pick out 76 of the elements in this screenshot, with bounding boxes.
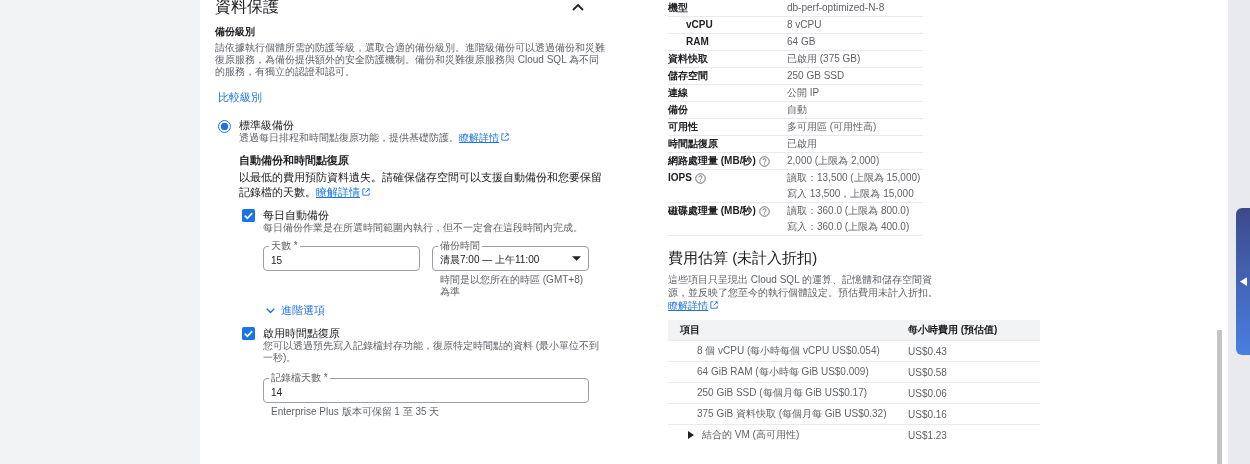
spec-label: 備份 [668, 103, 688, 117]
table-cell-text: 64 GiB RAM (每小時每 GiB US$0.009) [696, 365, 870, 379]
checkbox[interactable] [242, 327, 255, 340]
description-text: 這些項目只呈現出 Cloud SQL 的運算、記憶體和儲存空間資源，並反映了您至今的執行個體設定。預估費用未計入折扣。 瞭解詳情 [668, 273, 938, 312]
checkbox-label: 每日自動備份 [263, 209, 330, 222]
help-icon[interactable] [758, 155, 770, 167]
spec-value: 寫入 13,500，上限為 15,000 [787, 187, 915, 201]
table-cell-text: US$0.43 [908, 345, 948, 357]
spec-label: vCPU [686, 18, 713, 32]
option-description: 每日備份作業是在所選時間範圍內執行，但不一定會在這段時間內完成。 [263, 222, 583, 234]
spec-label: 時間點復原 [668, 137, 718, 151]
option-description: 透過每日排程和時間點復原功能，提供基礎防護。 [239, 132, 459, 143]
table-cell-text: US$0.16 [908, 408, 948, 420]
external-link-icon[interactable] [501, 133, 509, 141]
cost-title: 費用估算 (未計入折扣) [668, 249, 819, 268]
chevron-icon[interactable] [266, 308, 275, 314]
side-panel-toggle[interactable] [1236, 208, 1250, 355]
learn-more-link[interactable]: 瞭解詳情 [459, 132, 509, 143]
compare-link[interactable]: 比較級別 [218, 91, 262, 105]
spec-value: 250 GB SSD [787, 69, 846, 83]
spec-label: 機型 [668, 1, 688, 15]
spec-value: db-perf-optimized-N-8 [787, 1, 886, 15]
spec-label: 資料快取 [668, 52, 708, 66]
description-text: 請依據執行個體所需的防護等級，選取合適的備份級別。進階級備份可以透過備份和災難復原服務，為備份提供額外的安全防護機制。備份和災難復原服務與 Cloud SQL 為不同的服務，有獨立的認證和認可。 [215, 42, 605, 78]
spec-label: 連線 [668, 86, 688, 100]
column-header: 項目 [679, 323, 701, 337]
spec-label: 磁碟處理量 (MB/秒) [668, 204, 756, 218]
helper-text: 時間是以您所在的時區 (GMT+8) 為準 [440, 274, 585, 298]
table-cell-text: 250 GiB SSD (每個月每 GiB US$0.17) [696, 386, 869, 400]
spec-value: 讀取：360.0 (上限為 800.0) [787, 204, 911, 218]
radio-label: 標準級備份 [239, 119, 295, 132]
triangle-left-icon[interactable] [1239, 277, 1247, 286]
external-link-icon[interactable] [362, 188, 370, 196]
spec-value: 2,000 (上限為 2,000) [787, 154, 881, 168]
table-cell-text: 8 個 vCPU (每小時每個 vCPU US$0.054) [696, 344, 881, 358]
spec-label: 可用性 [668, 120, 698, 134]
checkbox-label: 啟用時間點復原 [263, 327, 341, 340]
subsection-title: 自動備份和時間點復原 [239, 154, 350, 168]
spec-value: 自動 [787, 103, 808, 117]
spec-label: 網路處理量 (MB/秒) [668, 154, 756, 168]
description-text: 以最低的費用預防資料遺失。請確保儲存空間可以支援自動備份和您要保留記錄檔的天數。瞭解詳情 [239, 170, 603, 200]
scrollbar[interactable] [1217, 330, 1222, 464]
spec-value: 已啟用 (375 GB) [787, 52, 862, 66]
spec-label: 儲存空間 [668, 69, 708, 83]
spec-value: 多可用區 (可用性高) [787, 120, 878, 134]
spec-value: 8 vCPU [787, 18, 823, 32]
expand-icon[interactable] [688, 431, 694, 439]
table-cell-text: US$1.23 [908, 429, 948, 441]
days-input-field[interactable]: 天數 * 15 [263, 240, 420, 271]
spec-value: 寫入：360.0 (上限為 400.0) [787, 220, 911, 234]
table-cell: 結合的 VM (高可用性) [702, 428, 800, 442]
table-cell-text: US$0.58 [908, 366, 948, 378]
spec-value: 64 GB [787, 35, 817, 49]
help-icon[interactable] [694, 172, 706, 184]
advanced-options-toggle[interactable]: 進階選項 [266, 304, 325, 318]
checkbox[interactable] [242, 209, 255, 222]
help-icon[interactable] [758, 205, 770, 217]
helper-text: Enterprise Plus 版本可保留 1 至 35 天 [271, 406, 441, 418]
column-header: 每小時費用 (預估值) [908, 323, 999, 337]
subsection-title: 備份級別 [215, 25, 256, 39]
learn-more-link[interactable]: 瞭解詳情 [316, 186, 370, 198]
table-cell-text: 375 GiB 資料快取 (每個月每 GiB US$0.32) [696, 407, 888, 421]
external-link-icon[interactable] [710, 301, 718, 309]
spec-value: 已啟用 [787, 137, 818, 151]
dropdown-caret-icon[interactable] [572, 256, 581, 261]
spec-label: RAM [686, 35, 709, 49]
spec-value: 公開 IP [787, 86, 821, 100]
spec-value: 讀取：13,500 (上限為 15,000) [787, 171, 922, 185]
learn-more-link[interactable]: 瞭解詳情 [668, 300, 718, 311]
collapse-icon[interactable] [572, 2, 584, 11]
radio-button[interactable] [218, 120, 231, 133]
option-description: 您可以透過預先寫入記錄檔封存功能，復原特定時間點的資料 (最小單位不到一秒)。 [263, 340, 601, 364]
spec-label: IOPS [668, 171, 692, 185]
backup-time-dropdown[interactable]: 備份時間 清晨7:00 — 上午11:00 [432, 240, 589, 271]
log-days-input-field[interactable]: 記錄檔天數 * 14 [263, 372, 589, 403]
table-cell-text: US$0.06 [908, 387, 948, 399]
